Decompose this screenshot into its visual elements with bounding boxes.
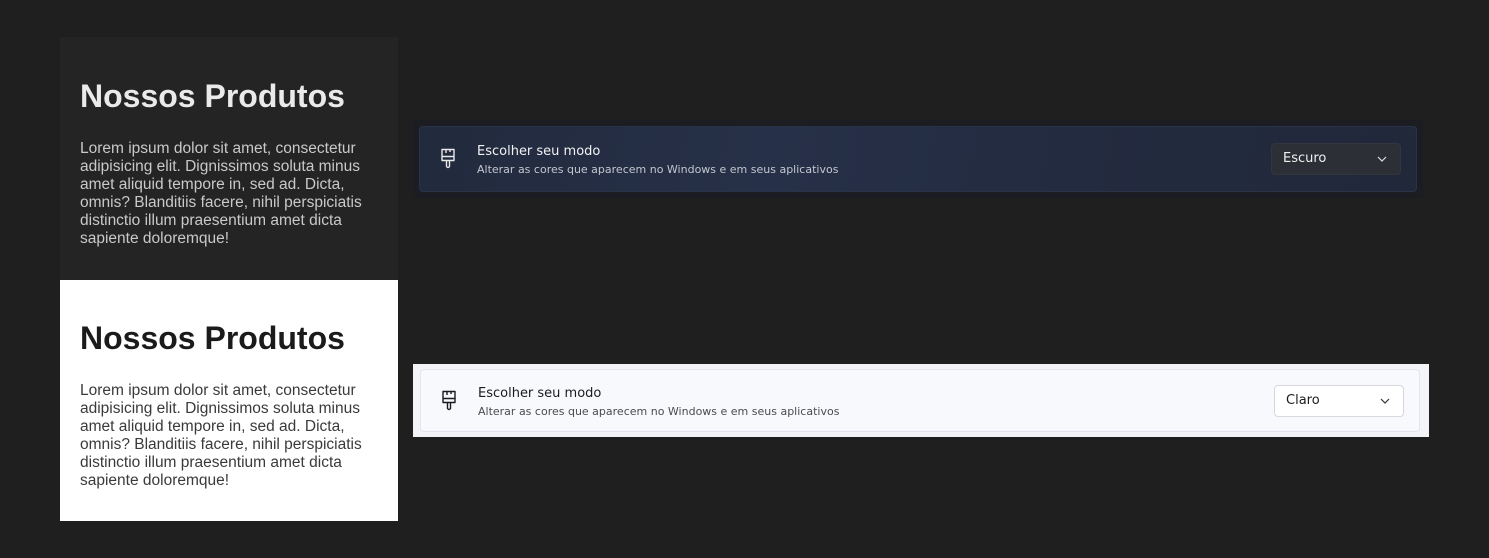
setting-description: Alterar as cores que aparecem no Windows… [478, 405, 840, 418]
chevron-down-icon [1380, 398, 1390, 404]
chevron-down-icon [1377, 156, 1387, 162]
setting-row: Escolher seu modo Alterar as cores que a… [419, 126, 1417, 192]
product-card-light: Nossos Produtos Lorem ipsum dolor sit am… [60, 280, 398, 521]
product-card-dark: Nossos Produtos Lorem ipsum dolor sit am… [60, 37, 398, 280]
card-title: Nossos Produtos [80, 320, 345, 356]
paintbrush-icon [441, 148, 455, 169]
mode-dropdown[interactable]: Escuro [1271, 143, 1401, 175]
paintbrush-icon [442, 390, 456, 410]
setting-title: Escolher seu modo [478, 386, 602, 401]
card-title: Nossos Produtos [80, 78, 345, 114]
setting-row: Escolher seu modo Alterar as cores que a… [420, 369, 1420, 432]
mode-dropdown[interactable]: Claro [1274, 384, 1404, 417]
card-body-text: Lorem ipsum dolor sit amet, consectetur … [80, 140, 362, 247]
theme-setting-dark: Escolher seu modo Alterar as cores que a… [413, 120, 1423, 198]
dropdown-value: Claro [1286, 392, 1320, 408]
dropdown-value: Escuro [1283, 151, 1327, 166]
theme-setting-light: Escolher seu modo Alterar as cores que a… [413, 364, 1429, 437]
card-body-text: Lorem ipsum dolor sit amet, consectetur … [80, 382, 362, 489]
setting-description: Alterar as cores que aparecem no Windows… [477, 163, 839, 176]
setting-title: Escolher seu modo [477, 144, 601, 159]
